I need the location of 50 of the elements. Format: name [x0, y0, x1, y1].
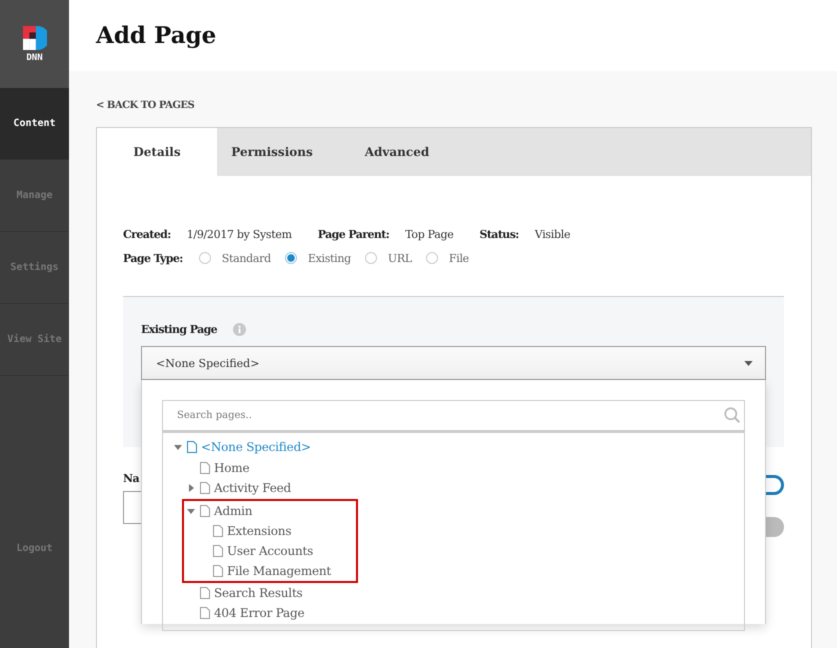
search-field[interactable]: Search pages..: [162, 400, 745, 431]
search-icon[interactable]: [724, 407, 741, 424]
tree-item[interactable]: Admin: [214, 504, 252, 518]
page-icon: [200, 482, 210, 494]
radio-label: Existing: [308, 252, 351, 264]
page-icon: [200, 462, 210, 474]
field-label: Created:: [123, 228, 171, 240]
tree-item[interactable]: Extensions: [227, 524, 292, 538]
radio-button[interactable]: [364, 252, 377, 264]
tree-item[interactable]: Home: [214, 460, 250, 475]
radio-label: URL: [388, 252, 412, 264]
field-value: 1/9/2017 by System: [186, 228, 292, 240]
page-icon: [213, 544, 223, 556]
radio-label: Standard: [222, 252, 271, 264]
field-label: Existing Page: [141, 322, 218, 336]
page-icon: [213, 564, 223, 576]
expanded-caret-icon[interactable]: [173, 442, 183, 452]
back-link[interactable]: < BACK TO PAGES: [96, 100, 194, 111]
logo-text: DNN: [26, 52, 43, 62]
tree-item[interactable]: File Management: [227, 564, 332, 578]
page-icon: [200, 607, 210, 620]
page-icon: [200, 504, 210, 516]
page-dropdown[interactable]: <None Specified>: [141, 346, 766, 380]
field-label: Na: [123, 472, 140, 485]
radio-button[interactable]: [284, 252, 297, 264]
collapsed-caret-icon[interactable]: [186, 483, 196, 494]
tab[interactable]: Advanced: [327, 128, 467, 176]
page-icon: [200, 586, 210, 599]
info-icon[interactable]: [233, 322, 246, 336]
field-label: Status:: [479, 228, 519, 240]
tree-item[interactable]: <None Specified>: [201, 440, 311, 454]
page-icon: [213, 524, 223, 536]
page-icon: [187, 441, 197, 454]
sidebar-item[interactable]: Content: [0, 88, 69, 160]
tab[interactable]: Permissions: [217, 128, 327, 176]
radio-button[interactable]: [198, 252, 211, 264]
tree-item[interactable]: 404 Error Page: [214, 606, 304, 620]
radio-label: File: [448, 252, 469, 264]
field-value: Top Page: [405, 228, 454, 240]
page-title: Add Page: [96, 22, 216, 49]
caret-icon: [744, 360, 753, 366]
tree-item[interactable]: Search Results: [214, 586, 303, 600]
radio-button[interactable]: [426, 252, 438, 264]
logo-icon: [22, 26, 46, 50]
tree-item[interactable]: User Accounts: [227, 544, 314, 558]
field-label: Page Type:: [123, 252, 183, 264]
field-value: Visible: [534, 228, 570, 240]
tree-item[interactable]: Activity Feed: [214, 481, 292, 496]
tab[interactable]: Details: [97, 128, 217, 176]
field-label: Page Parent:: [318, 228, 390, 240]
